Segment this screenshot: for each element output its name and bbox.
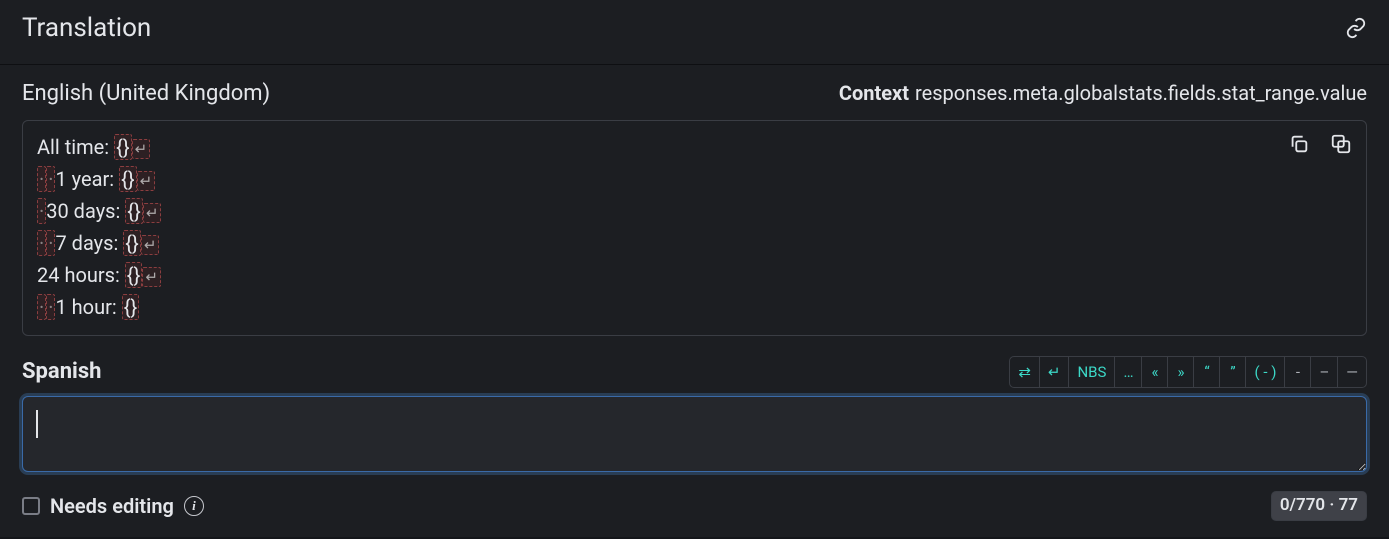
translation-input-wrap — [22, 396, 1367, 479]
toolbar-insert-rdquo[interactable]: ” — [1220, 357, 1246, 387]
context-label: Context — [839, 81, 909, 105]
card-body: English (United Kingdom) Contextresponse… — [0, 65, 1389, 537]
newline-marker: ↵ — [132, 139, 151, 159]
text-caret — [36, 410, 38, 438]
toolbar-insert-ldquo[interactable]: “ — [1194, 357, 1220, 387]
source-line: ·30 days: {}↵ — [37, 195, 1354, 227]
placeholder-token: {} — [119, 166, 137, 192]
context: Contextresponses.meta.globalstats.fields… — [839, 79, 1367, 107]
copy-source-button[interactable] — [1284, 129, 1314, 159]
info-icon[interactable]: i — [184, 496, 204, 516]
translation-input[interactable] — [22, 396, 1367, 472]
source-line-text: 24 hours: — [37, 263, 125, 287]
source-actions — [1284, 129, 1356, 159]
toolbar-insert-ellipsis[interactable]: … — [1115, 357, 1142, 387]
toolbar-insert-raquo[interactable]: » — [1168, 357, 1194, 387]
source-line: All time: {}↵ — [37, 131, 1354, 163]
toolbar-insert-newline[interactable]: ↵ — [1040, 357, 1070, 387]
placeholder-token: {} — [114, 134, 132, 160]
whitespace-marker: · — [37, 294, 46, 320]
whitespace-marker: · — [37, 166, 46, 192]
source-lines: All time: {}↵··1 year: {}↵·30 days: {}↵·… — [37, 131, 1354, 323]
source-text-box: All time: {}↵··1 year: {}↵·30 days: {}↵·… — [22, 120, 1367, 336]
source-line-text: 7 days: — [55, 231, 123, 255]
newline-marker: ↵ — [137, 171, 156, 191]
placeholder-token: {} — [123, 230, 141, 256]
toolbar-insert-endash[interactable]: – — [1311, 357, 1338, 387]
source-line-text: 1 hour: — [55, 295, 121, 319]
source-line-text: All time: — [37, 135, 114, 159]
card-title: Translation — [22, 10, 151, 46]
context-value: responses.meta.globalstats.fields.stat_r… — [915, 81, 1367, 105]
source-line-text: 1 year: — [55, 167, 119, 191]
source-header-row: English (United Kingdom) Contextresponse… — [22, 79, 1367, 110]
toolbar-toggle-direction[interactable]: ⇄ — [1010, 357, 1040, 387]
clone-source-button[interactable] — [1326, 129, 1356, 159]
below-row: Needs editing i 0/770 · 77 — [22, 491, 1367, 521]
editor-toolbar: ⇄↵NBS…«»“”( - )-–— — [1009, 356, 1367, 388]
toolbar-insert-nbs[interactable]: NBS — [1069, 357, 1115, 387]
toolbar-insert-parens[interactable]: ( - ) — [1246, 357, 1285, 387]
needs-editing-checkbox[interactable] — [22, 497, 40, 515]
placeholder-token: {} — [125, 198, 143, 224]
source-line: ··1 hour: {} — [37, 291, 1354, 323]
placeholder-token: {} — [125, 262, 143, 288]
permalink-icon[interactable] — [1345, 17, 1367, 39]
source-line: ··1 year: {}↵ — [37, 163, 1354, 195]
toolbar-insert-emdash[interactable]: — — [1338, 357, 1366, 387]
source-line: 24 hours: {}↵ — [37, 259, 1354, 291]
target-language-label: Spanish — [22, 357, 101, 388]
target-header-row: Spanish ⇄↵NBS…«»“”( - )-–— — [22, 356, 1367, 388]
newline-marker: ↵ — [141, 235, 160, 255]
needs-editing-toggle[interactable]: Needs editing i — [22, 492, 204, 520]
translation-card: Translation English (United Kingdom) Con… — [0, 0, 1389, 537]
needs-editing-label: Needs editing — [50, 492, 174, 520]
toolbar-insert-laquo[interactable]: « — [1142, 357, 1168, 387]
source-language-label: English (United Kingdom) — [22, 79, 270, 110]
character-counter: 0/770 · 77 — [1271, 491, 1367, 521]
whitespace-marker: · — [37, 230, 46, 256]
source-line-text: 30 days: — [46, 199, 125, 223]
newline-marker: ↵ — [143, 203, 162, 223]
card-header: Translation — [0, 0, 1389, 65]
newline-marker: ↵ — [142, 267, 161, 287]
toolbar-insert-hyphen[interactable]: - — [1285, 357, 1311, 387]
placeholder-token: {} — [122, 294, 140, 320]
source-line: ··7 days: {}↵ — [37, 227, 1354, 259]
whitespace-marker: · — [37, 198, 46, 224]
